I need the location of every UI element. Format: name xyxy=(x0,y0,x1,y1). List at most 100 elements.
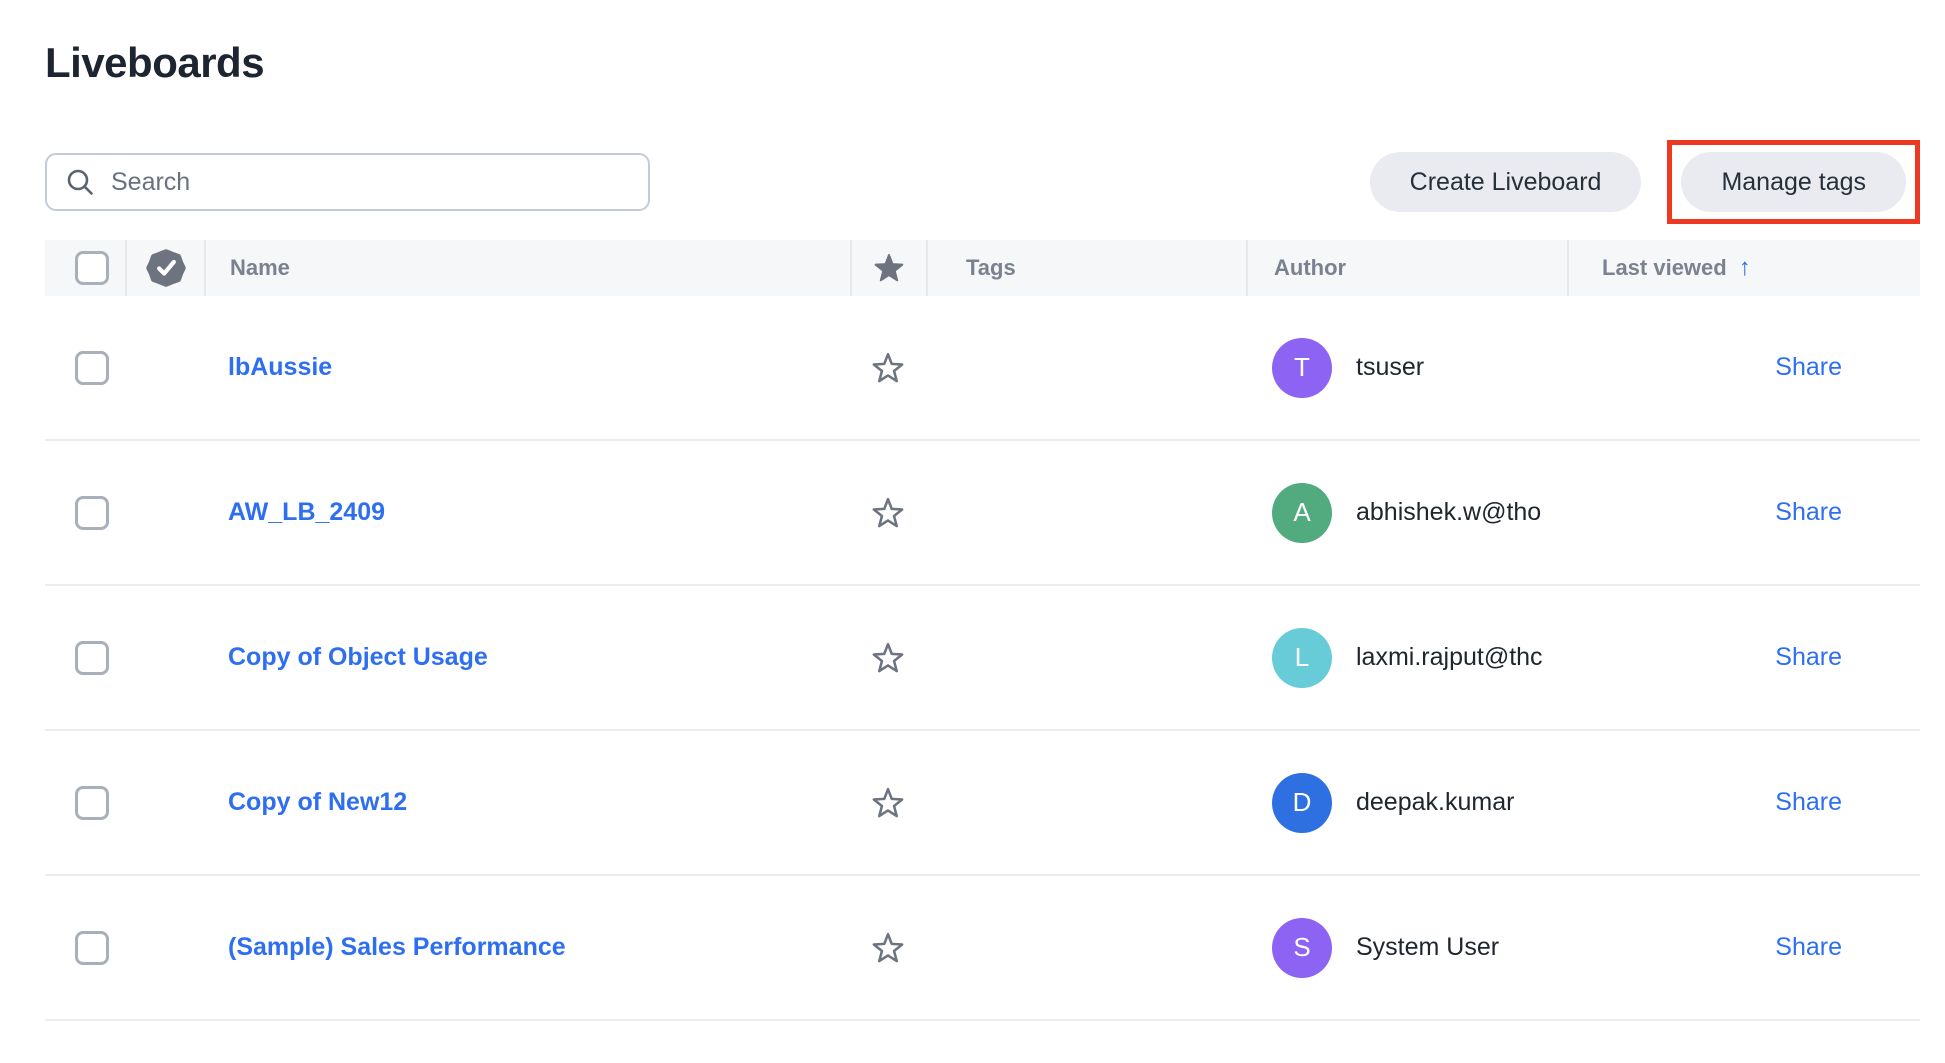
row-tags-cell xyxy=(926,441,1246,584)
row-name-cell: Copy of Object Usage xyxy=(204,586,850,729)
author-name: System User xyxy=(1356,933,1499,962)
share-link[interactable]: Share xyxy=(1775,353,1842,382)
share-link[interactable]: Share xyxy=(1775,498,1842,527)
row-checkbox[interactable] xyxy=(75,931,109,965)
sort-ascending-arrow-icon[interactable]: ↑ xyxy=(1739,254,1751,282)
author-name: abhishek.w@tho xyxy=(1356,498,1541,527)
liveboards-table: Name Tags Author Last viewed ↑ lbAussie xyxy=(45,240,1920,1021)
row-favorite-cell xyxy=(850,731,926,874)
author-avatar-initial: A xyxy=(1293,497,1310,528)
author-avatar: T xyxy=(1272,338,1332,398)
row-tags-cell xyxy=(926,586,1246,729)
author-avatar: D xyxy=(1272,773,1332,833)
column-header-name[interactable]: Name xyxy=(204,240,850,296)
row-tags-cell xyxy=(926,876,1246,1019)
row-favorite-cell xyxy=(850,441,926,584)
liveboard-name-link[interactable]: Copy of New12 xyxy=(228,788,407,817)
author-name: laxmi.rajput@thc xyxy=(1356,643,1543,672)
page-title: Liveboards xyxy=(45,38,1920,88)
table-row: Copy of New12 D deepak.kumar Share xyxy=(45,731,1920,876)
last-viewed-label: Last viewed xyxy=(1602,255,1727,281)
liveboard-name-link[interactable]: (Sample) Sales Performance xyxy=(228,933,566,962)
search-input[interactable] xyxy=(111,168,630,197)
row-checkbox[interactable] xyxy=(75,641,109,675)
row-favorite-cell xyxy=(850,296,926,439)
row-favorite-cell xyxy=(850,586,926,729)
author-avatar: L xyxy=(1272,628,1332,688)
star-filled-icon xyxy=(873,252,905,284)
author-avatar-initial: L xyxy=(1295,642,1309,673)
row-name-cell: AW_LB_2409 xyxy=(204,441,850,584)
row-checkbox[interactable] xyxy=(75,786,109,820)
row-author-cell: L laxmi.rajput@thc xyxy=(1246,586,1567,729)
manage-tags-highlight-box: Manage tags xyxy=(1667,140,1920,224)
search-box[interactable] xyxy=(45,153,650,211)
row-select-cell xyxy=(45,441,125,584)
author-avatar-initial: T xyxy=(1294,352,1310,383)
column-header-tags[interactable]: Tags xyxy=(926,240,1246,296)
share-link[interactable]: Share xyxy=(1775,933,1842,962)
row-last-viewed-cell: Share xyxy=(1567,441,1920,584)
star-outline-icon[interactable] xyxy=(871,351,905,385)
select-all-checkbox[interactable] xyxy=(75,251,109,285)
row-checkbox[interactable] xyxy=(75,351,109,385)
liveboard-name-link[interactable]: lbAussie xyxy=(228,353,332,382)
row-name-cell: Copy of New12 xyxy=(204,731,850,874)
toolbar-buttons: Create Liveboard Manage tags xyxy=(1370,140,1920,224)
row-select-cell xyxy=(45,876,125,1019)
author-name: deepak.kumar xyxy=(1356,788,1514,817)
star-outline-icon[interactable] xyxy=(871,641,905,675)
header-verified-cell xyxy=(125,240,204,296)
row-last-viewed-cell: Share xyxy=(1567,296,1920,439)
row-author-cell: S System User xyxy=(1246,876,1567,1019)
row-author-cell: T tsuser xyxy=(1246,296,1567,439)
search-icon xyxy=(65,167,95,197)
row-name-cell: lbAussie xyxy=(204,296,850,439)
author-avatar-initial: D xyxy=(1293,787,1312,818)
star-outline-icon[interactable] xyxy=(871,786,905,820)
star-outline-icon[interactable] xyxy=(871,496,905,530)
table-row: (Sample) Sales Performance S System User… xyxy=(45,876,1920,1021)
row-last-viewed-cell: Share xyxy=(1567,876,1920,1019)
column-header-favorite[interactable] xyxy=(850,240,926,296)
create-liveboard-button[interactable]: Create Liveboard xyxy=(1370,152,1642,212)
column-header-last-viewed[interactable]: Last viewed ↑ xyxy=(1567,240,1920,296)
row-last-viewed-cell: Share xyxy=(1567,586,1920,729)
row-favorite-cell xyxy=(850,876,926,1019)
row-verified-cell xyxy=(125,441,204,584)
author-name: tsuser xyxy=(1356,353,1424,382)
star-outline-icon[interactable] xyxy=(871,931,905,965)
verified-badge-icon xyxy=(144,246,188,290)
row-name-cell: (Sample) Sales Performance xyxy=(204,876,850,1019)
row-checkbox[interactable] xyxy=(75,496,109,530)
table-row: Copy of Object Usage L laxmi.rajput@thc … xyxy=(45,586,1920,731)
liveboard-name-link[interactable]: AW_LB_2409 xyxy=(228,498,385,527)
table-row: lbAussie T tsuser Share xyxy=(45,296,1920,441)
row-select-cell xyxy=(45,586,125,729)
author-avatar: A xyxy=(1272,483,1332,543)
manage-tags-button[interactable]: Manage tags xyxy=(1681,152,1906,212)
row-verified-cell xyxy=(125,876,204,1019)
author-avatar-initial: S xyxy=(1293,932,1310,963)
row-tags-cell xyxy=(926,296,1246,439)
row-author-cell: D deepak.kumar xyxy=(1246,731,1567,874)
row-tags-cell xyxy=(926,731,1246,874)
liveboards-page: Liveboards Create Liveboard Manage tags xyxy=(0,38,1945,1021)
row-verified-cell xyxy=(125,296,204,439)
column-header-author[interactable]: Author xyxy=(1246,240,1567,296)
row-last-viewed-cell: Share xyxy=(1567,731,1920,874)
row-select-cell xyxy=(45,731,125,874)
toolbar: Create Liveboard Manage tags xyxy=(45,140,1920,224)
liveboard-name-link[interactable]: Copy of Object Usage xyxy=(228,643,488,672)
table-header-row: Name Tags Author Last viewed ↑ xyxy=(45,240,1920,296)
row-select-cell xyxy=(45,296,125,439)
share-link[interactable]: Share xyxy=(1775,643,1842,672)
share-link[interactable]: Share xyxy=(1775,788,1842,817)
row-author-cell: A abhishek.w@tho xyxy=(1246,441,1567,584)
row-verified-cell xyxy=(125,731,204,874)
author-avatar: S xyxy=(1272,918,1332,978)
header-select-cell xyxy=(45,240,125,296)
row-verified-cell xyxy=(125,586,204,729)
table-body: lbAussie T tsuser Share AW_LB_2409 xyxy=(45,296,1920,1021)
table-row: AW_LB_2409 A abhishek.w@tho Share xyxy=(45,441,1920,586)
